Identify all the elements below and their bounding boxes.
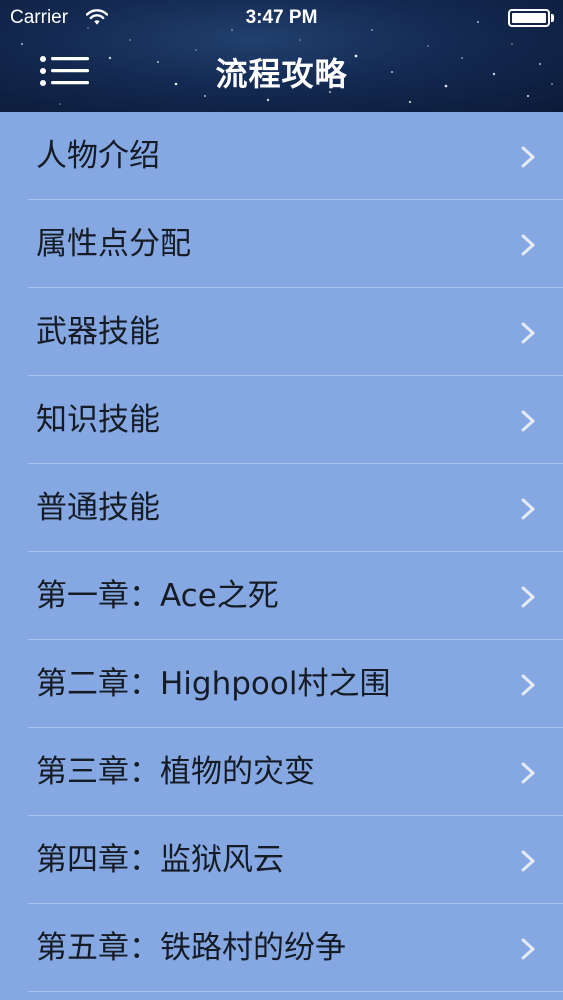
list-item-label: 普通技能	[36, 490, 160, 526]
list-item[interactable]: 人物介绍	[0, 112, 563, 200]
list-item[interactable]: 第三章：植物的灾变	[0, 728, 563, 816]
list-item-label: 第五章：铁路村的纷争	[36, 930, 346, 966]
list-item-label: 第二章：Highpool村之围	[36, 666, 391, 702]
chevron-right-icon	[521, 498, 535, 520]
list-item[interactable]: 第四章：监狱风云	[0, 816, 563, 904]
guide-list: 人物介绍 属性点分配 武器技能 知识技能 普通技能 第一章：Ace之死 第二章：…	[0, 112, 563, 992]
list-item-label: 第一章：Ace之死	[36, 578, 279, 614]
list-item[interactable]: 第二章：Highpool村之围	[0, 640, 563, 728]
list-item-label: 第四章：监狱风云	[36, 842, 284, 878]
list-item[interactable]: 知识技能	[0, 376, 563, 464]
list-item[interactable]: 武器技能	[0, 288, 563, 376]
list-item[interactable]: 普通技能	[0, 464, 563, 552]
list-item-label: 人物介绍	[36, 138, 160, 174]
list-item-label: 属性点分配	[36, 226, 191, 262]
list-item-label: 第三章：植物的灾变	[36, 754, 315, 790]
list-item-label: 武器技能	[36, 314, 160, 350]
list-item-label: 知识技能	[36, 402, 160, 438]
chevron-right-icon	[521, 938, 535, 960]
list-item[interactable]: 属性点分配	[0, 200, 563, 288]
chevron-right-icon	[521, 762, 535, 784]
navigation-header: Carrier 3:47 PM 流程攻略	[0, 0, 563, 112]
chevron-right-icon	[521, 586, 535, 608]
chevron-right-icon	[521, 410, 535, 432]
chevron-right-icon	[521, 234, 535, 256]
battery-level	[512, 13, 546, 23]
list-item[interactable]: 第五章：铁路村的纷争	[0, 904, 563, 992]
chevron-right-icon	[521, 850, 535, 872]
chevron-right-icon	[521, 322, 535, 344]
list-item[interactable]: 第一章：Ace之死	[0, 552, 563, 640]
chevron-right-icon	[521, 674, 535, 696]
chevron-right-icon	[521, 146, 535, 168]
status-time: 3:47 PM	[245, 7, 318, 28]
status-bar: Carrier 3:47 PM	[0, 0, 563, 36]
battery-icon	[508, 9, 550, 27]
battery-tip	[551, 14, 554, 22]
page-title: 流程攻略	[215, 55, 348, 93]
